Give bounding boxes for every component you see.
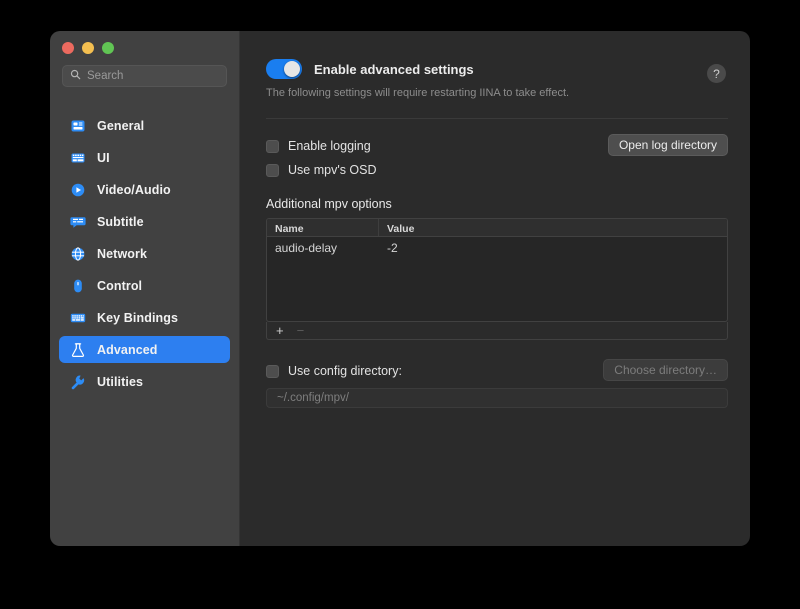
- cell-name[interactable]: audio-delay: [267, 241, 379, 255]
- sidebar-item-label: Advanced: [97, 342, 158, 357]
- use-mpv-osd-checkbox[interactable]: [266, 163, 279, 177]
- table-body: audio-delay -2: [267, 237, 727, 321]
- control-icon: [69, 277, 86, 294]
- sidebar-item-key-bindings[interactable]: Key Bindings: [59, 304, 230, 331]
- network-icon: [69, 245, 86, 262]
- table-toolbar: + −: [266, 322, 728, 340]
- sidebar-item-label: Utilities: [97, 374, 144, 389]
- sidebar-nav: General UI Video/Audio Subtitle Network …: [50, 112, 239, 395]
- sidebar-item-utilities[interactable]: Utilities: [59, 368, 230, 395]
- help-button[interactable]: ?: [707, 64, 726, 83]
- enable-advanced-settings-toggle[interactable]: [266, 59, 302, 79]
- sidebar-item-subtitle[interactable]: Subtitle: [59, 208, 230, 235]
- search-input[interactable]: [87, 70, 219, 82]
- enable-logging-label: Enable logging: [288, 139, 371, 153]
- choose-directory-button[interactable]: Choose directory…: [603, 359, 728, 381]
- sidebar-item-general[interactable]: General: [59, 112, 230, 139]
- column-header-name[interactable]: Name: [267, 219, 379, 236]
- sidebar-item-video-audio[interactable]: Video/Audio: [59, 176, 230, 203]
- use-mpv-osd-row[interactable]: Use mpv's OSD: [266, 161, 728, 179]
- preferences-window: General UI: [50, 31, 750, 546]
- sidebar-item-network[interactable]: Network: [59, 240, 230, 267]
- table-row[interactable]: audio-delay -2: [267, 237, 727, 258]
- open-log-directory-button[interactable]: Open log directory: [607, 134, 728, 156]
- search-icon: [70, 67, 81, 85]
- wrench-icon: [69, 373, 86, 390]
- sidebar-item-ui[interactable]: UI: [59, 144, 230, 171]
- table-header-row: Name Value: [267, 219, 727, 237]
- sidebar-item-label: UI: [97, 150, 110, 165]
- sidebar-item-label: Key Bindings: [97, 310, 179, 325]
- use-config-directory-label: Use config directory:: [288, 364, 402, 378]
- key-bindings-icon: [69, 309, 86, 326]
- enable-logging-checkbox[interactable]: [266, 139, 279, 153]
- video-audio-icon: [69, 181, 86, 198]
- restart-note: The following settings will require rest…: [266, 87, 570, 99]
- use-mpv-osd-label: Use mpv's OSD: [288, 163, 377, 177]
- remove-option-button[interactable]: −: [297, 324, 305, 337]
- divider-top: [266, 118, 728, 119]
- sidebar: General UI: [50, 31, 240, 546]
- sidebar-item-control[interactable]: Control: [59, 272, 230, 299]
- mpv-options-table: Name Value audio-delay -2: [266, 218, 728, 322]
- sidebar-item-label: Control: [97, 278, 143, 293]
- add-option-button[interactable]: +: [276, 324, 284, 337]
- enable-advanced-settings-label: Enable advanced settings: [314, 61, 474, 77]
- flask-icon: [69, 341, 86, 358]
- main-panel: Enable advanced settings ? The following…: [240, 31, 750, 546]
- general-icon: [69, 117, 86, 134]
- search-container: [50, 65, 239, 87]
- window-traffic-lights: [50, 31, 239, 65]
- column-header-value[interactable]: Value: [379, 219, 727, 236]
- cell-value[interactable]: -2: [379, 241, 727, 255]
- close-button[interactable]: [62, 42, 74, 54]
- config-directory-path-field[interactable]: ~/.config/mpv/: [266, 388, 728, 408]
- subtitle-icon: [69, 213, 86, 230]
- zoom-button[interactable]: [102, 42, 114, 54]
- sidebar-item-label: Subtitle: [97, 214, 144, 229]
- use-config-directory-checkbox[interactable]: [266, 364, 279, 378]
- sidebar-item-advanced[interactable]: Advanced: [59, 336, 230, 363]
- config-directory-section: Use config directory: Choose directory… …: [266, 359, 728, 408]
- sidebar-item-label: Video/Audio: [97, 182, 171, 197]
- minimize-button[interactable]: [82, 42, 94, 54]
- search-field[interactable]: [62, 65, 227, 87]
- toggle-knob: [284, 61, 300, 77]
- advanced-settings-row: Enable advanced settings: [266, 59, 728, 79]
- config-directory-path: ~/.config/mpv/: [277, 392, 349, 404]
- sidebar-item-label: Network: [97, 246, 148, 261]
- additional-mpv-options-title: Additional mpv options: [266, 197, 392, 211]
- logging-section: Enable logging Open log directory: [266, 134, 728, 156]
- ui-icon: [69, 149, 86, 166]
- sidebar-item-label: General: [97, 118, 145, 133]
